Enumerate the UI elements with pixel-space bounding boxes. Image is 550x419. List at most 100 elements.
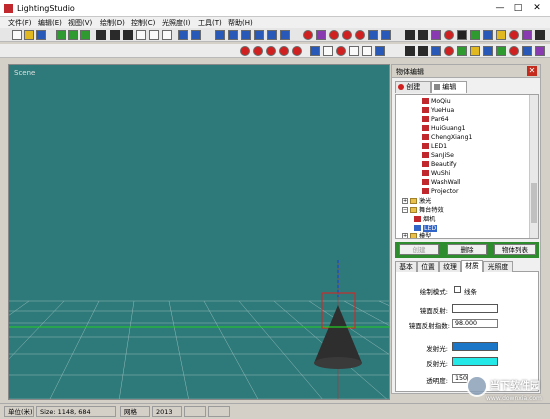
tab-texture[interactable]: 纹理 (439, 261, 461, 272)
emissive-color-swatch[interactable] (452, 342, 498, 351)
tree-item[interactable]: ChengXiang1 (422, 133, 472, 142)
tab-illuminance[interactable]: 光照度 (483, 261, 513, 272)
fit-icon[interactable] (162, 30, 172, 40)
view-orbit-icon[interactable] (267, 30, 277, 40)
doc-icon[interactable] (362, 46, 372, 56)
light-blue2-icon[interactable] (381, 30, 391, 40)
view-top-icon[interactable] (228, 30, 238, 40)
object-list-button[interactable]: 物体列表 (494, 244, 536, 255)
maximize-button[interactable]: □ (512, 2, 524, 14)
fixture10-icon[interactable] (522, 30, 532, 40)
menu-control[interactable]: 控制(C) (131, 18, 155, 28)
move-down-icon[interactable] (96, 30, 106, 40)
light-red-icon[interactable] (329, 30, 339, 40)
view-side-icon[interactable] (241, 30, 251, 40)
open-folder-icon[interactable] (24, 30, 34, 40)
material-icon[interactable] (316, 30, 326, 40)
specular-exp-input[interactable]: 98.000 (452, 319, 498, 328)
cursor-icon[interactable] (110, 30, 120, 40)
fixture11-icon[interactable] (535, 30, 545, 40)
new-file-icon[interactable] (12, 30, 22, 40)
tab-position[interactable]: 位置 (417, 261, 439, 272)
fixture7-icon[interactable] (483, 30, 493, 40)
laser-icon[interactable] (444, 46, 454, 56)
pyramid-icon[interactable] (292, 46, 302, 56)
specular-color-swatch[interactable] (452, 304, 498, 313)
close-button[interactable]: ✕ (531, 2, 543, 14)
zoom-icon[interactable] (149, 30, 159, 40)
view-split-icon[interactable] (280, 30, 290, 40)
tree-folder-laser[interactable]: + 激光 (402, 197, 431, 206)
tree-folder-stage-effects[interactable]: − 舞台特效 (402, 206, 444, 215)
panel-icon[interactable] (349, 46, 359, 56)
scene-viewport[interactable]: Scene (8, 64, 390, 400)
effect-icon[interactable] (535, 46, 545, 56)
menu-file[interactable]: 文件(F) (8, 18, 32, 28)
text-icon[interactable] (375, 46, 385, 56)
truss-icon[interactable] (418, 46, 428, 56)
cylinder-icon[interactable] (266, 46, 276, 56)
fixture6-icon[interactable] (470, 30, 480, 40)
menu-illuminance[interactable]: 光照度(I) (162, 18, 191, 28)
view-perspective-icon[interactable] (254, 30, 264, 40)
tree-item[interactable]: Projector (422, 187, 459, 196)
tree-item-smoke[interactable]: 烟机 (414, 215, 435, 224)
spot-icon[interactable] (509, 46, 519, 56)
sphere-icon[interactable] (240, 46, 250, 56)
object-tree[interactable]: MoQiu YueHua Par64 HuiGuang1 ChengXiang1… (395, 94, 539, 239)
beam-icon[interactable] (522, 46, 532, 56)
fixture9-icon[interactable] (509, 30, 519, 40)
menu-view[interactable]: 视图(V) (68, 18, 92, 28)
tab-basic[interactable]: 基本 (395, 261, 417, 272)
tree-item[interactable]: WuShi (422, 169, 450, 178)
delete-button[interactable]: 删除 (447, 244, 487, 255)
tree-item[interactable]: WashWall (422, 178, 461, 187)
fixture3-icon[interactable] (431, 30, 441, 40)
door-icon[interactable] (336, 46, 346, 56)
wireframe-checkbox[interactable] (454, 286, 461, 293)
cube-icon[interactable] (253, 46, 263, 56)
reflect-color-swatch[interactable] (452, 357, 498, 366)
menu-draw[interactable]: 绘制(D) (100, 18, 125, 28)
minimize-button[interactable]: — (494, 2, 506, 14)
camera-icon[interactable] (136, 30, 146, 40)
tree-item[interactable]: Par64 (422, 115, 449, 124)
tree-item[interactable]: SanJiSe (422, 151, 454, 160)
smoke-icon[interactable] (457, 46, 467, 56)
redo-icon[interactable] (191, 30, 201, 40)
fixture-icon[interactable] (405, 30, 415, 40)
tab-edit[interactable]: 编辑 (431, 81, 467, 93)
rotate-y-icon[interactable] (68, 30, 78, 40)
fixture4-icon[interactable] (444, 30, 454, 40)
rotate-z-icon[interactable] (80, 30, 90, 40)
tree-item[interactable]: LED1 (422, 142, 447, 151)
rotate-x-icon[interactable] (56, 30, 66, 40)
status-grid[interactable]: 网格 (120, 406, 150, 417)
wall-icon[interactable] (323, 46, 333, 56)
view-front-icon[interactable] (215, 30, 225, 40)
fixture5-icon[interactable] (457, 30, 467, 40)
undo-icon[interactable] (178, 30, 188, 40)
light-red3-icon[interactable] (355, 30, 365, 40)
tree-folder-model[interactable]: + 模型 (402, 232, 431, 238)
tree-item[interactable]: Beautify (422, 160, 457, 169)
strobe-icon[interactable] (470, 46, 480, 56)
grid-icon[interactable] (303, 30, 313, 40)
tab-material[interactable]: 材质 (461, 260, 483, 272)
save-icon[interactable] (36, 30, 46, 40)
fixture8-icon[interactable] (496, 30, 506, 40)
plane-icon[interactable] (310, 46, 320, 56)
light-red2-icon[interactable] (342, 30, 352, 40)
create-button[interactable]: 创建 (399, 244, 439, 255)
cone-icon[interactable] (279, 46, 289, 56)
screen-icon[interactable] (431, 46, 441, 56)
tree-item[interactable]: YueHua (422, 106, 454, 115)
tree-item[interactable]: MoQiu (422, 97, 451, 106)
tree-item[interactable]: HuiGuang1 (422, 124, 466, 133)
tree-scroll-thumb[interactable] (531, 183, 537, 223)
menu-edit[interactable]: 编辑(E) (38, 18, 62, 28)
fixture2-icon[interactable] (418, 30, 428, 40)
tree-scrollbar[interactable] (529, 95, 538, 238)
menu-help[interactable]: 帮助(H) (228, 18, 253, 28)
wash-icon[interactable] (496, 46, 506, 56)
